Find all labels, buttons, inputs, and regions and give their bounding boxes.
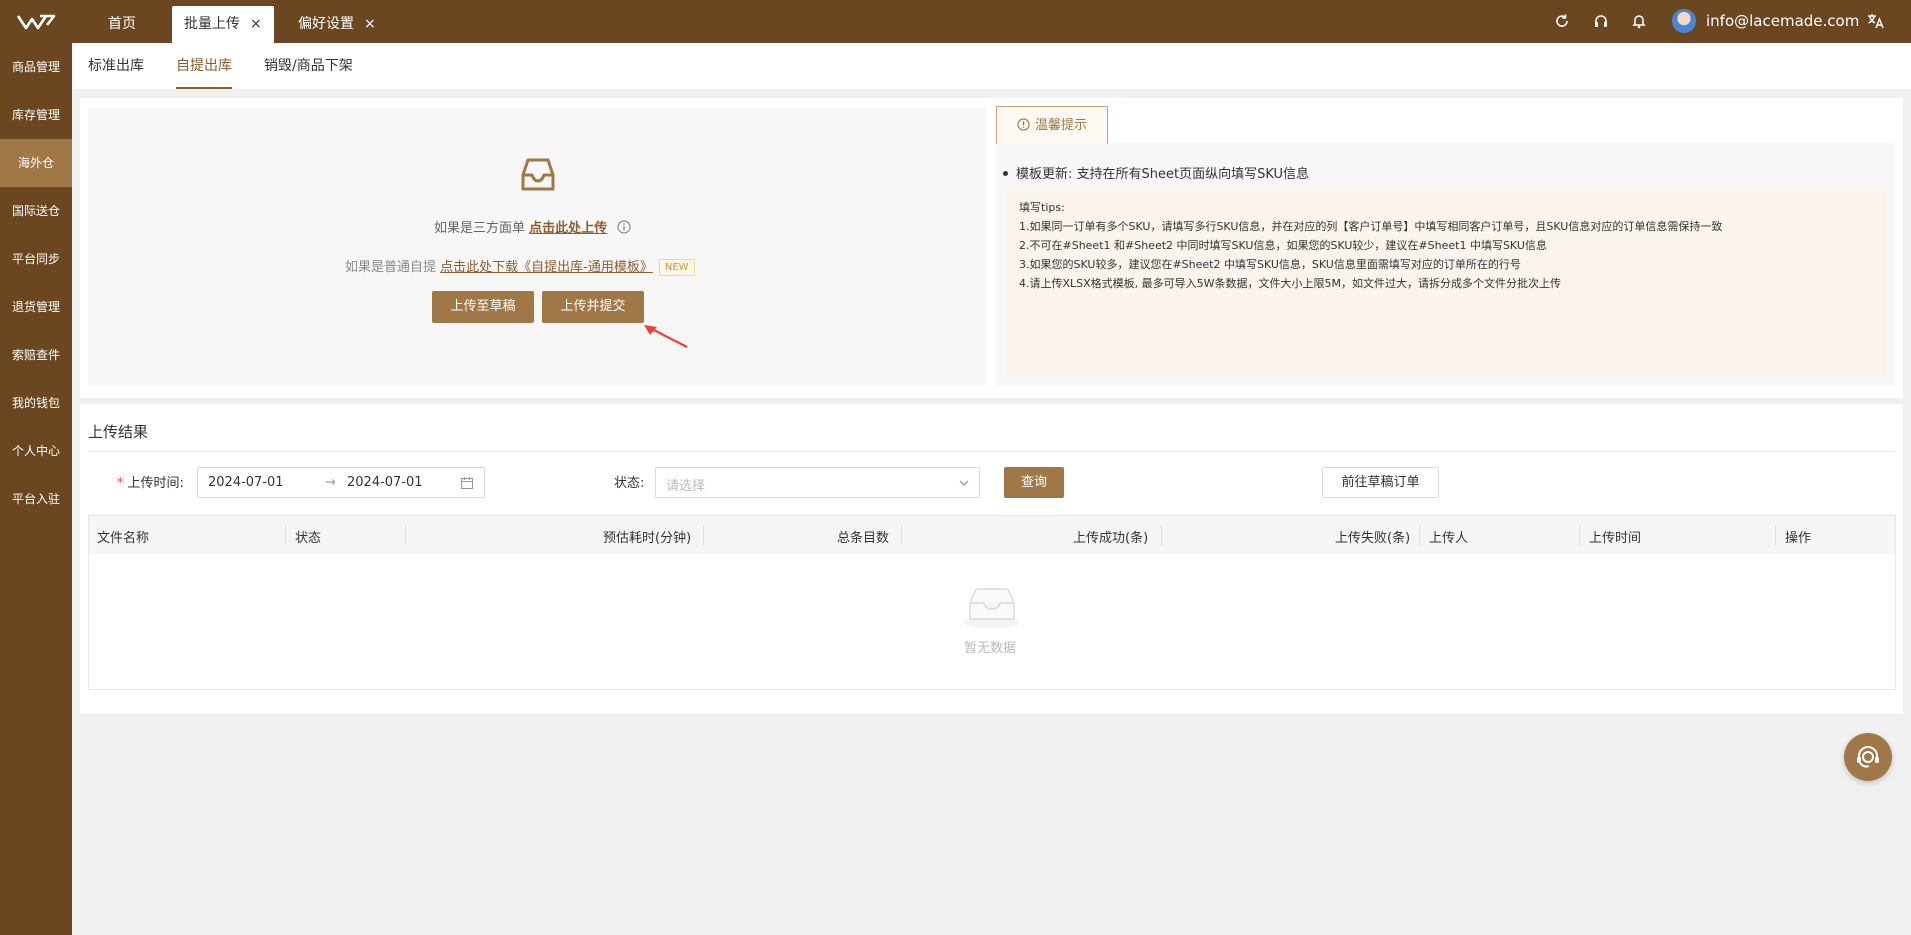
tab-preferences[interactable]: 偏好设置 × <box>286 6 388 43</box>
upload-to-draft-button[interactable]: 上传至草稿 <box>432 291 534 323</box>
headset-icon[interactable] <box>1591 11 1611 31</box>
new-badge: NEW <box>658 259 695 276</box>
status-select[interactable]: 请选择 <box>655 467 980 498</box>
tab-label: 偏好设置 <box>298 16 354 32</box>
sidebar: 商品管理 库存管理 海外仓 国际送仓 平台同步 退货管理 索赔查件 我的钱包 个… <box>0 43 72 935</box>
go-to-draft-orders-button[interactable]: 前往草稿订单 <box>1322 467 1439 498</box>
tips-line: 1.如果同一订单有多个SKU，请填写多行SKU信息，并在对应的列【客户订单号】中… <box>1019 220 1723 233</box>
translate-icon[interactable] <box>1866 11 1886 31</box>
sidebar-item-claims[interactable]: 索赔查件 <box>0 331 72 379</box>
warning-icon <box>1017 118 1030 131</box>
date-start-input[interactable]: 2024-07-01 <box>208 475 284 490</box>
col-total-entries: 总条目数 <box>837 531 890 546</box>
date-separator: → <box>325 475 336 490</box>
tips-content: 填写tips: 1.如果同一订单有多个SKU，请填写多行SKU信息，并在对应的列… <box>1007 188 1887 378</box>
col-actions: 操作 <box>1785 531 1812 546</box>
tab-label: 首页 <box>108 16 136 32</box>
sub-navigation: 标准出库 自提出库 销毁/商品下架 <box>72 43 1911 89</box>
sidebar-item-overseas-warehouse[interactable]: 海外仓 <box>0 139 72 187</box>
upload-zone[interactable] <box>88 108 986 386</box>
date-end-input[interactable]: 2024-07-01 <box>347 475 423 490</box>
col-divider <box>1775 525 1776 545</box>
col-uploader: 上传人 <box>1429 531 1469 546</box>
col-divider <box>405 525 406 545</box>
empty-state-text: 暂无数据 <box>964 641 1017 656</box>
template-download-text: 如果是普通自提 点击此处下载《自提出库-通用模板》 NEW <box>345 256 695 276</box>
tab-standard-outbound[interactable]: 标准出库 <box>88 43 144 89</box>
sidebar-item-product[interactable]: 商品管理 <box>0 43 72 91</box>
customer-service-button[interactable] <box>1844 733 1892 781</box>
tips-line: 4.请上传XLSX格式模板, 最多可导入5W条数据，文件大小上限5M，如文件过大… <box>1019 277 1562 290</box>
col-status: 状态 <box>295 531 322 546</box>
template-download-link[interactable]: 点击此处下载《自提出库-通用模板》 <box>440 260 653 275</box>
query-button[interactable]: 查询 <box>1004 467 1064 498</box>
close-icon[interactable]: × <box>364 16 376 32</box>
upload-time-label-text: 上传时间: <box>127 476 184 491</box>
col-divider <box>703 525 704 545</box>
calendar-icon <box>460 477 474 490</box>
close-icon[interactable]: × <box>250 16 262 32</box>
empty-box-icon <box>964 588 1020 628</box>
sidebar-item-intl-delivery[interactable]: 国际送仓 <box>0 187 72 235</box>
tab-home[interactable]: 首页 <box>96 6 148 43</box>
tips-bullet-text: 模板更新: 支持在所有Sheet页面纵向填写SKU信息 <box>1016 167 1310 182</box>
support-agent-icon <box>1857 746 1879 768</box>
third-party-upload-link[interactable]: 点击此处上传 <box>529 221 607 236</box>
table-header: 文件名称 状态 预估耗时(分钟) 总条目数 上传成功(条) 上传失败(条) 上传… <box>89 516 1895 554</box>
user-email[interactable]: info@lacemade.com <box>1706 9 1859 33</box>
col-upload-time: 上传时间 <box>1589 531 1642 546</box>
col-upload-failed: 上传失败(条) <box>1335 531 1411 546</box>
sidebar-item-inventory[interactable]: 库存管理 <box>0 91 72 139</box>
bell-icon[interactable] <box>1629 11 1649 31</box>
sidebar-item-platform-onboard[interactable]: 平台入驻 <box>0 475 72 523</box>
tips-tab-label: 温馨提示 <box>1034 118 1087 133</box>
avatar[interactable] <box>1672 9 1696 33</box>
bullet-icon <box>1003 171 1008 176</box>
required-mark: * <box>117 476 124 491</box>
col-divider <box>1419 525 1420 545</box>
tab-label: 批量上传 <box>184 16 240 32</box>
section-title: 上传结果 <box>88 423 149 441</box>
logo-icon <box>16 14 56 29</box>
col-upload-success: 上传成功(条) <box>1073 531 1149 546</box>
status-label: 状态: <box>614 476 645 491</box>
third-party-prefix: 如果是三方面单 <box>434 221 530 236</box>
col-divider <box>1579 525 1580 545</box>
tips-line: 2.不可在#Sheet1 和#Sheet2 中同时填写SKU信息，如果您的SKU… <box>1019 239 1547 252</box>
tab-self-pickup-outbound[interactable]: 自提出库 <box>176 43 232 89</box>
tips-tab[interactable]: 温馨提示 <box>996 106 1108 144</box>
pointer-arrow-icon <box>644 325 688 348</box>
third-party-upload-text: 如果是三方面单 点击此处上传 <box>434 217 631 236</box>
info-icon[interactable] <box>617 220 631 234</box>
upload-time-label: * 上传时间: <box>117 472 184 491</box>
template-prefix: 如果是普通自提 <box>345 260 441 275</box>
tab-batch-upload[interactable]: 批量上传 × <box>172 6 274 43</box>
refresh-icon[interactable] <box>1552 11 1572 31</box>
sidebar-item-platform-sync[interactable]: 平台同步 <box>0 235 72 283</box>
date-range-picker[interactable]: 2024-07-01 → 2024-07-01 <box>197 467 485 498</box>
tips-line: 3.如果您的SKU较多，建议您在#Sheet2 中填写SKU信息，SKU信息里面… <box>1019 258 1521 271</box>
tab-destroy-delist[interactable]: 销毁/商品下架 <box>264 43 353 89</box>
inbox-icon <box>521 158 555 191</box>
col-divider <box>1161 525 1162 545</box>
top-bar: 首页 批量上传 × 偏好设置 × info@lacemade.com <box>0 0 1911 43</box>
sidebar-item-returns[interactable]: 退货管理 <box>0 283 72 331</box>
col-divider <box>901 525 902 545</box>
upload-and-submit-button[interactable]: 上传并提交 <box>542 291 644 323</box>
sidebar-item-profile[interactable]: 个人中心 <box>0 427 72 475</box>
divider <box>88 451 1895 452</box>
tips-bullet: 模板更新: 支持在所有Sheet页面纵向填写SKU信息 <box>1003 163 1309 182</box>
brand-logo[interactable] <box>0 0 72 43</box>
col-divider <box>285 525 286 545</box>
tips-heading: 填写tips: <box>1019 201 1065 214</box>
col-file-name: 文件名称 <box>97 531 150 546</box>
chevron-down-icon <box>959 480 969 486</box>
col-estimated-time: 预估耗时(分钟) <box>603 531 692 546</box>
sidebar-item-wallet[interactable]: 我的钱包 <box>0 379 72 427</box>
status-placeholder: 请选择 <box>666 479 706 494</box>
